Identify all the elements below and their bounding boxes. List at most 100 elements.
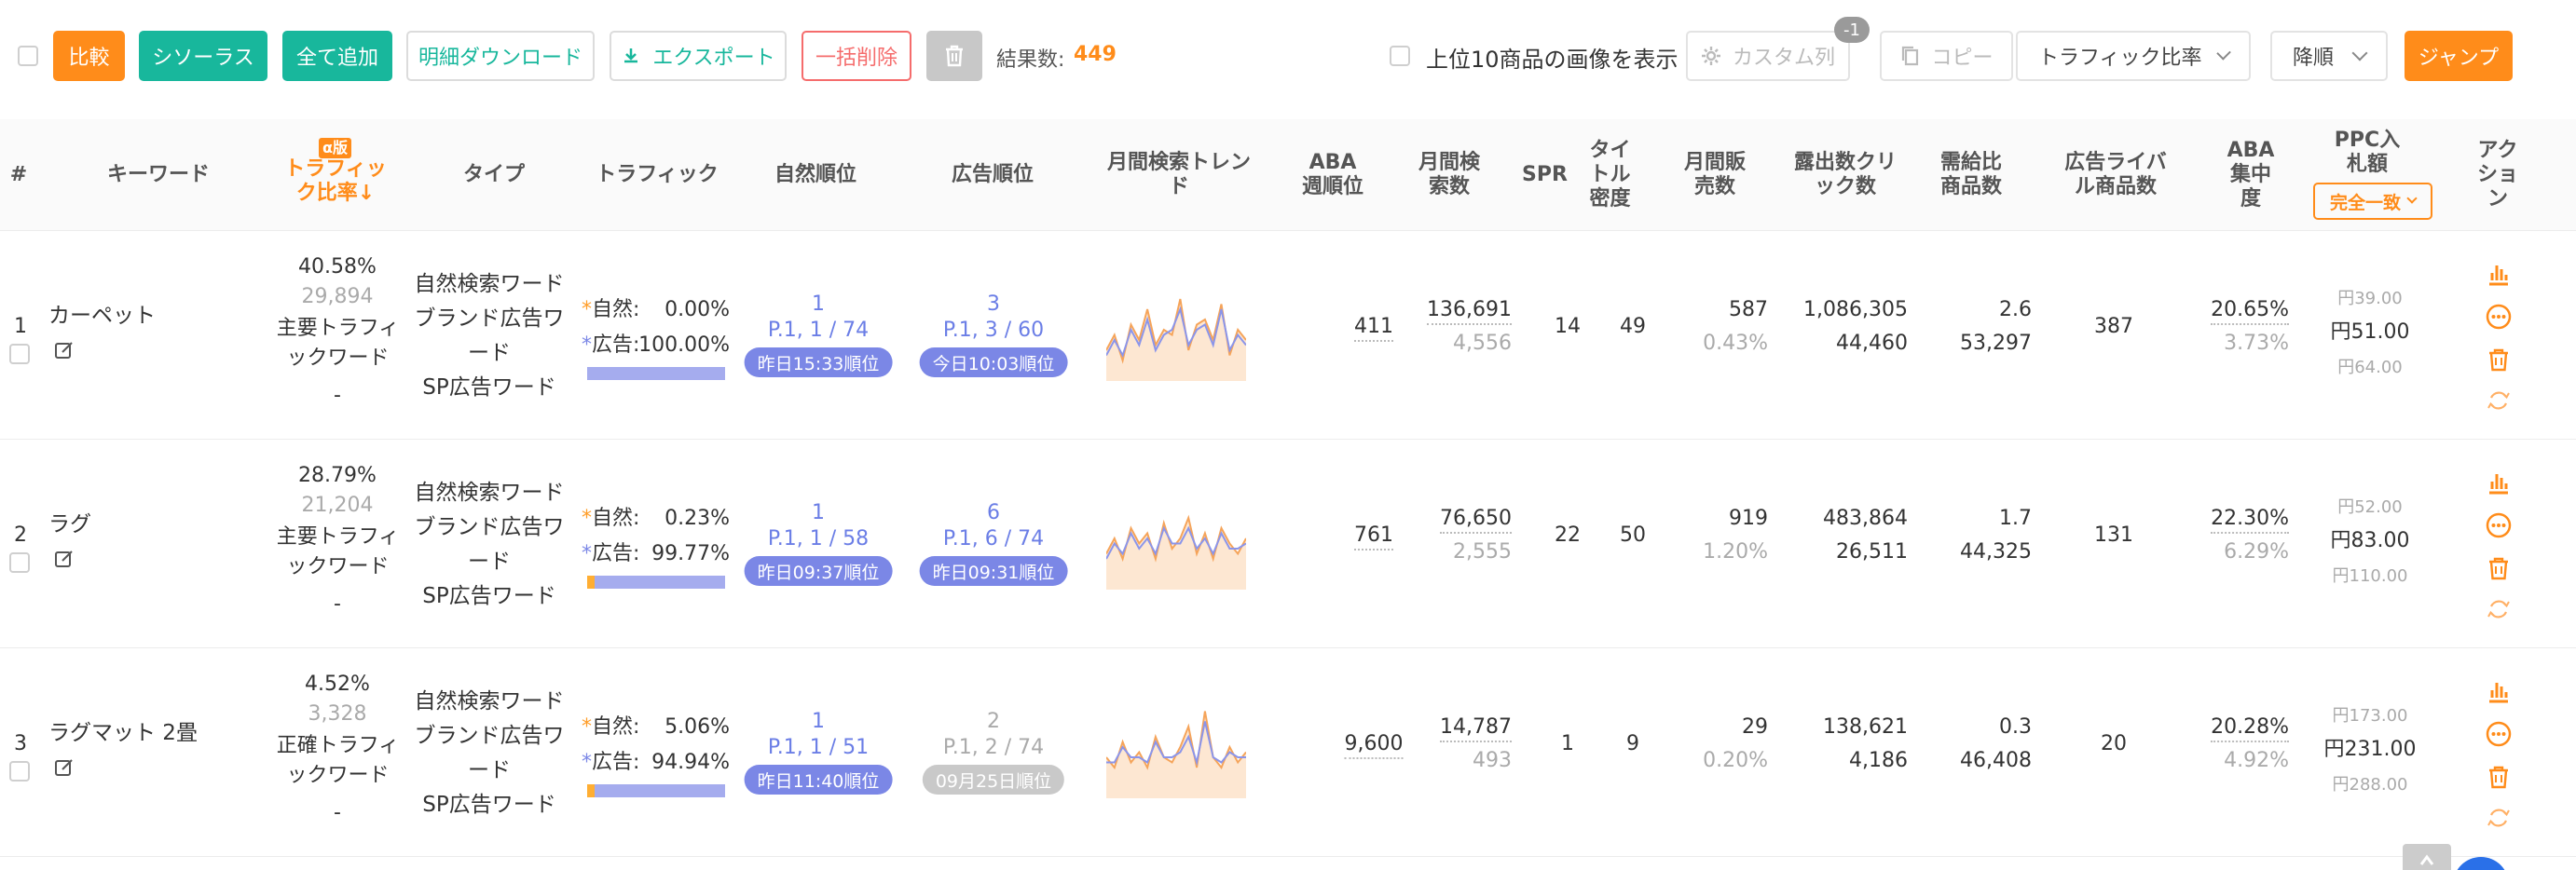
ad-rank-time-badge[interactable]: 今日10:03順位 (919, 347, 1068, 377)
more-icon[interactable] (2485, 303, 2513, 331)
natural-rank-page[interactable]: P.1, 1 / 74 (768, 318, 869, 344)
custom-columns-button[interactable]: カスタム列 (1686, 31, 1850, 81)
keyword-link[interactable]: カーペット (48, 303, 156, 329)
refresh-icon[interactable] (2485, 804, 2513, 832)
alpha-badge: α版 (319, 138, 351, 158)
col-aba-concentration[interactable]: ABA集中度 (2209, 119, 2293, 231)
compare-button[interactable]: 比較 (53, 31, 125, 81)
spr-value: 22 (1555, 523, 1581, 547)
edit-icon[interactable] (54, 757, 75, 778)
copy-button[interactable]: コピー (1880, 31, 2013, 81)
ad-rank-time-badge[interactable]: 昨日09:31順位 (919, 556, 1068, 586)
trash-button[interactable] (926, 31, 982, 81)
add-all-button[interactable]: 全て追加 (282, 31, 392, 81)
bar-chart-icon[interactable] (2485, 469, 2513, 496)
col-title-density[interactable]: タイトル密度 (1575, 119, 1645, 231)
traffic-share-bar (587, 367, 725, 380)
scroll-top-button[interactable] (2403, 844, 2451, 870)
col-ad-rivals[interactable]: 広告ライバル商品数 (2050, 119, 2181, 231)
match-type-dropdown[interactable]: 完全一致 (2313, 183, 2432, 220)
edit-icon[interactable] (54, 549, 75, 569)
ad-rank-time-badge[interactable]: 09月25日順位 (922, 765, 1065, 795)
download-icon (624, 48, 638, 63)
ad-rank-page[interactable]: P.1, 2 / 74 (943, 735, 1044, 761)
keyword-type-list: 自然検索ワード ブランド広告ワード SP広告ワード (401, 267, 578, 405)
show-images-checkbox[interactable] (1390, 46, 1410, 66)
type-natural: 自然検索ワード (414, 272, 565, 296)
sort-field-select[interactable]: トラフィック比率 (2016, 31, 2251, 81)
natural-share-label: *自然: (582, 298, 640, 321)
trash-icon[interactable] (2485, 554, 2513, 582)
bar-chart-icon[interactable] (2485, 677, 2513, 705)
natural-rank-time-badge[interactable]: 昨日09:37順位 (744, 556, 893, 586)
bar-chart-icon[interactable] (2485, 260, 2513, 288)
more-icon[interactable] (2485, 511, 2513, 539)
floating-help-button[interactable] (2453, 857, 2509, 870)
natural-rank-time-badge[interactable]: 昨日11:40順位 (744, 765, 893, 795)
edit-icon[interactable] (54, 340, 75, 360)
export-button[interactable]: エクスポート (610, 31, 787, 81)
spr-value: 1 (1561, 732, 1574, 755)
thesaurus-button[interactable]: シソーラス (139, 31, 267, 81)
col-monthly-search[interactable]: 月間検索数 (1407, 119, 1491, 231)
refresh-icon[interactable] (2485, 595, 2513, 623)
monthly-trend-sparkline[interactable] (1106, 279, 1246, 381)
monthly-trend-sparkline[interactable] (1106, 487, 1246, 590)
col-traffic-ratio[interactable]: トラフィック比率↓ (280, 119, 391, 231)
monthly-trend-sparkline[interactable] (1106, 696, 1246, 798)
row-checkbox[interactable] (9, 761, 30, 782)
type-brand-ad: ブランド広告ワード (414, 515, 565, 574)
keyword-link[interactable]: ラグ (48, 511, 91, 537)
ad-rank[interactable]: 2 (987, 709, 1000, 735)
ad-rank-page[interactable]: P.1, 6 / 74 (943, 526, 1044, 552)
supply-demand-ratio: 2.6 (1999, 298, 2032, 321)
aba-concentration-sub: 4.92% (2224, 749, 2289, 772)
col-spr[interactable]: SPR (1519, 119, 1570, 231)
col-impressions-clicks[interactable]: 露出数クリック数 (1780, 119, 1911, 231)
result-count-value: 449 (1074, 43, 1117, 66)
impressions-value: 138,621 (1823, 715, 1908, 739)
traffic-ratio-value: 40.58% (298, 255, 377, 279)
bid-suggested: 円231.00 (2323, 738, 2417, 761)
jump-button[interactable]: ジャンプ (2405, 31, 2513, 81)
select-all-checkbox[interactable] (18, 46, 38, 66)
trash-icon[interactable] (2485, 346, 2513, 374)
star-icon: * (582, 507, 592, 530)
sort-order-select[interactable]: 降順 (2270, 31, 2388, 81)
natural-rank-page[interactable]: P.1, 1 / 58 (768, 526, 869, 552)
type-brand-ad: ブランド広告ワード (414, 724, 565, 782)
natural-rank-page[interactable]: P.1, 1 / 51 (768, 735, 869, 761)
traffic-ratio-dash: - (334, 384, 341, 407)
detail-download-button[interactable]: 明細ダウンロード (406, 31, 595, 81)
natural-rank-time-badge[interactable]: 昨日15:33順位 (744, 347, 893, 377)
bulk-delete-button[interactable]: 一括削除 (802, 31, 911, 81)
natural-rank[interactable]: 1 (812, 500, 825, 526)
ad-rank-page[interactable]: P.1, 3 / 60 (943, 318, 1044, 344)
more-icon[interactable] (2485, 720, 2513, 748)
natural-rank[interactable]: 1 (812, 709, 825, 735)
natural-share-value: 0.23% (665, 507, 730, 530)
clicks-value: 4,186 (1849, 749, 1908, 772)
monthly-sales-value: 587 (1729, 298, 1768, 321)
refresh-icon[interactable] (2485, 387, 2513, 415)
row-checkbox[interactable] (9, 552, 30, 573)
ad-rank[interactable]: 3 (987, 292, 1000, 318)
trend-area (1106, 518, 1246, 590)
col-traffic: トラフィック (596, 163, 719, 186)
col-monthly-sales[interactable]: 月間販売数 (1668, 119, 1761, 231)
natural-rank[interactable]: 1 (812, 292, 825, 318)
supply-product-count: 53,297 (1960, 332, 2032, 355)
keyword-link[interactable]: ラグマット 2畳 (48, 720, 198, 746)
traffic-ratio-count: 21,204 (301, 494, 374, 517)
star-icon: * (582, 542, 592, 565)
trash-icon[interactable] (2485, 763, 2513, 791)
col-aba-weekly[interactable]: ABA週順位 (1291, 119, 1375, 231)
col-ad-rank: 広告順位 (951, 163, 1034, 186)
ad-rank[interactable]: 6 (987, 500, 1000, 526)
supply-demand-ratio: 0.3 (1999, 715, 2032, 739)
col-supply-demand[interactable]: 需給比商品数 (1929, 119, 2013, 231)
type-sp-ad: SP広告ワード (422, 375, 556, 400)
ad-share-value: 99.77% (651, 542, 730, 565)
ad-share-value: 94.94% (651, 751, 730, 774)
row-checkbox[interactable] (9, 344, 30, 364)
